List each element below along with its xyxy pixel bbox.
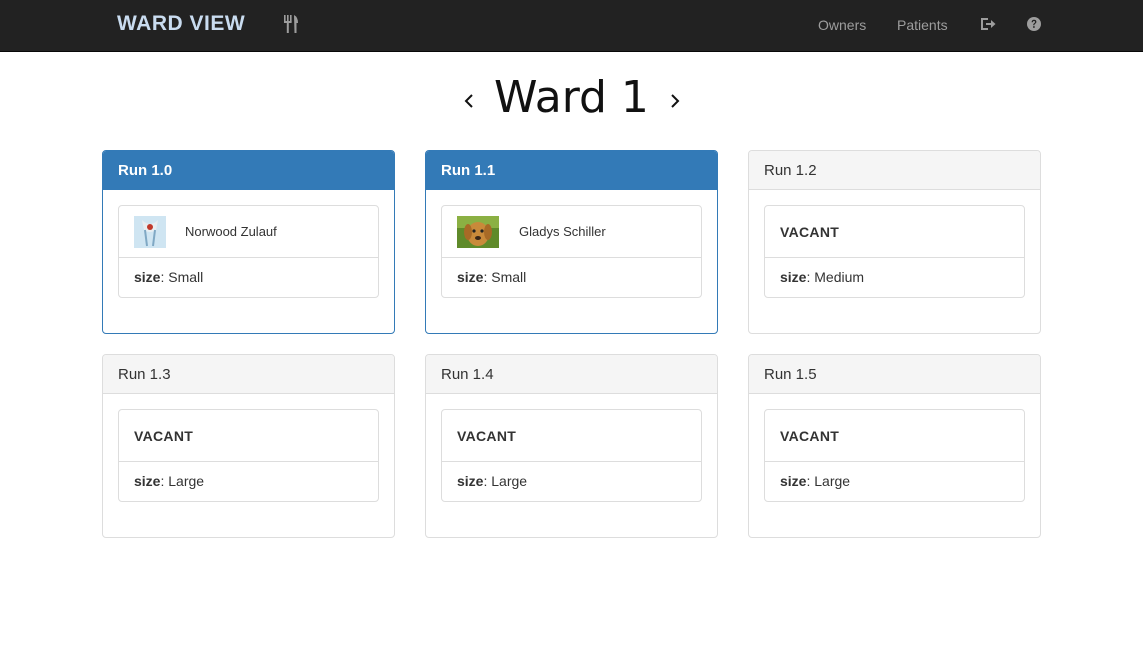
size-key: size <box>780 269 807 285</box>
logout-icon[interactable] <box>980 16 996 32</box>
vacant-row: VACANT <box>442 410 701 462</box>
size-key: size <box>134 269 161 285</box>
help-icon[interactable] <box>1026 16 1042 32</box>
run-heading: Run 1.4 <box>426 355 717 394</box>
cutlery-icon[interactable] <box>283 15 299 33</box>
vacant-row: VACANT <box>765 206 1024 258</box>
vacant-row: VACANT <box>119 410 378 462</box>
nav-patients-link[interactable]: Patients <box>897 17 948 33</box>
patient-name-link[interactable]: Norwood Zulauf <box>185 224 277 239</box>
run-details-list: VACANT size: Large <box>441 409 702 502</box>
run-panel: Run 1.0 Norwood Zulauf size: Small <box>102 150 395 334</box>
size-row: size: Large <box>442 462 701 501</box>
size-key: size <box>457 473 484 489</box>
run-panel: Run 1.1 Gladys Schiller size: Small <box>425 150 718 334</box>
size-key: size <box>134 473 161 489</box>
size-key: size <box>780 473 807 489</box>
run-heading: Run 1.5 <box>749 355 1040 394</box>
nav-owners-link[interactable]: Owners <box>818 17 866 33</box>
patient-name-link[interactable]: Gladys Schiller <box>519 224 606 239</box>
vacant-row: VACANT <box>765 410 1024 462</box>
run-details-list: VACANT size: Large <box>118 409 379 502</box>
patient-avatar[interactable] <box>134 216 166 248</box>
size-value: : Medium <box>806 269 865 285</box>
size-row: size: Medium <box>765 258 1024 297</box>
size-row: size: Small <box>119 258 378 297</box>
patient-row[interactable]: Gladys Schiller <box>442 206 701 258</box>
run-details-list: VACANT size: Medium <box>764 205 1025 298</box>
patient-avatar[interactable] <box>457 216 499 248</box>
size-value: : Large <box>483 473 528 489</box>
run-heading: Run 1.0 <box>103 151 394 190</box>
run-panel: Run 1.3 VACANT size: Large <box>102 354 395 538</box>
ward-title: Ward 1 <box>494 72 649 123</box>
run-heading: Run 1.1 <box>426 151 717 190</box>
vacant-label: VACANT <box>780 428 840 444</box>
run-details-list: Norwood Zulauf size: Small <box>118 205 379 298</box>
size-row: size: Small <box>442 258 701 297</box>
vacant-label: VACANT <box>780 224 840 240</box>
size-row: size: Large <box>765 462 1024 501</box>
vacant-label: VACANT <box>457 428 517 444</box>
next-ward-arrow-icon[interactable] <box>668 90 682 112</box>
run-panel: Run 1.2 VACANT size: Medium <box>748 150 1041 334</box>
size-value: : Small <box>483 269 527 285</box>
size-key: size <box>457 269 484 285</box>
run-panel: Run 1.4 VACANT size: Large <box>425 354 718 538</box>
vacant-label: VACANT <box>134 428 194 444</box>
size-value: : Large <box>160 473 205 489</box>
size-row: size: Large <box>119 462 378 501</box>
run-details-list: Gladys Schiller size: Small <box>441 205 702 298</box>
run-details-list: VACANT size: Large <box>764 409 1025 502</box>
patient-row[interactable]: Norwood Zulauf <box>119 206 378 258</box>
size-value: : Small <box>160 269 204 285</box>
ward-heading: Ward 1 <box>0 72 1143 123</box>
size-value: : Large <box>806 473 851 489</box>
run-heading: Run 1.3 <box>103 355 394 394</box>
run-panel: Run 1.5 VACANT size: Large <box>748 354 1041 538</box>
navbar: WARD VIEW Owners Patients <box>0 0 1143 52</box>
brand-logo[interactable]: WARD VIEW <box>117 12 245 36</box>
run-heading: Run 1.2 <box>749 151 1040 190</box>
